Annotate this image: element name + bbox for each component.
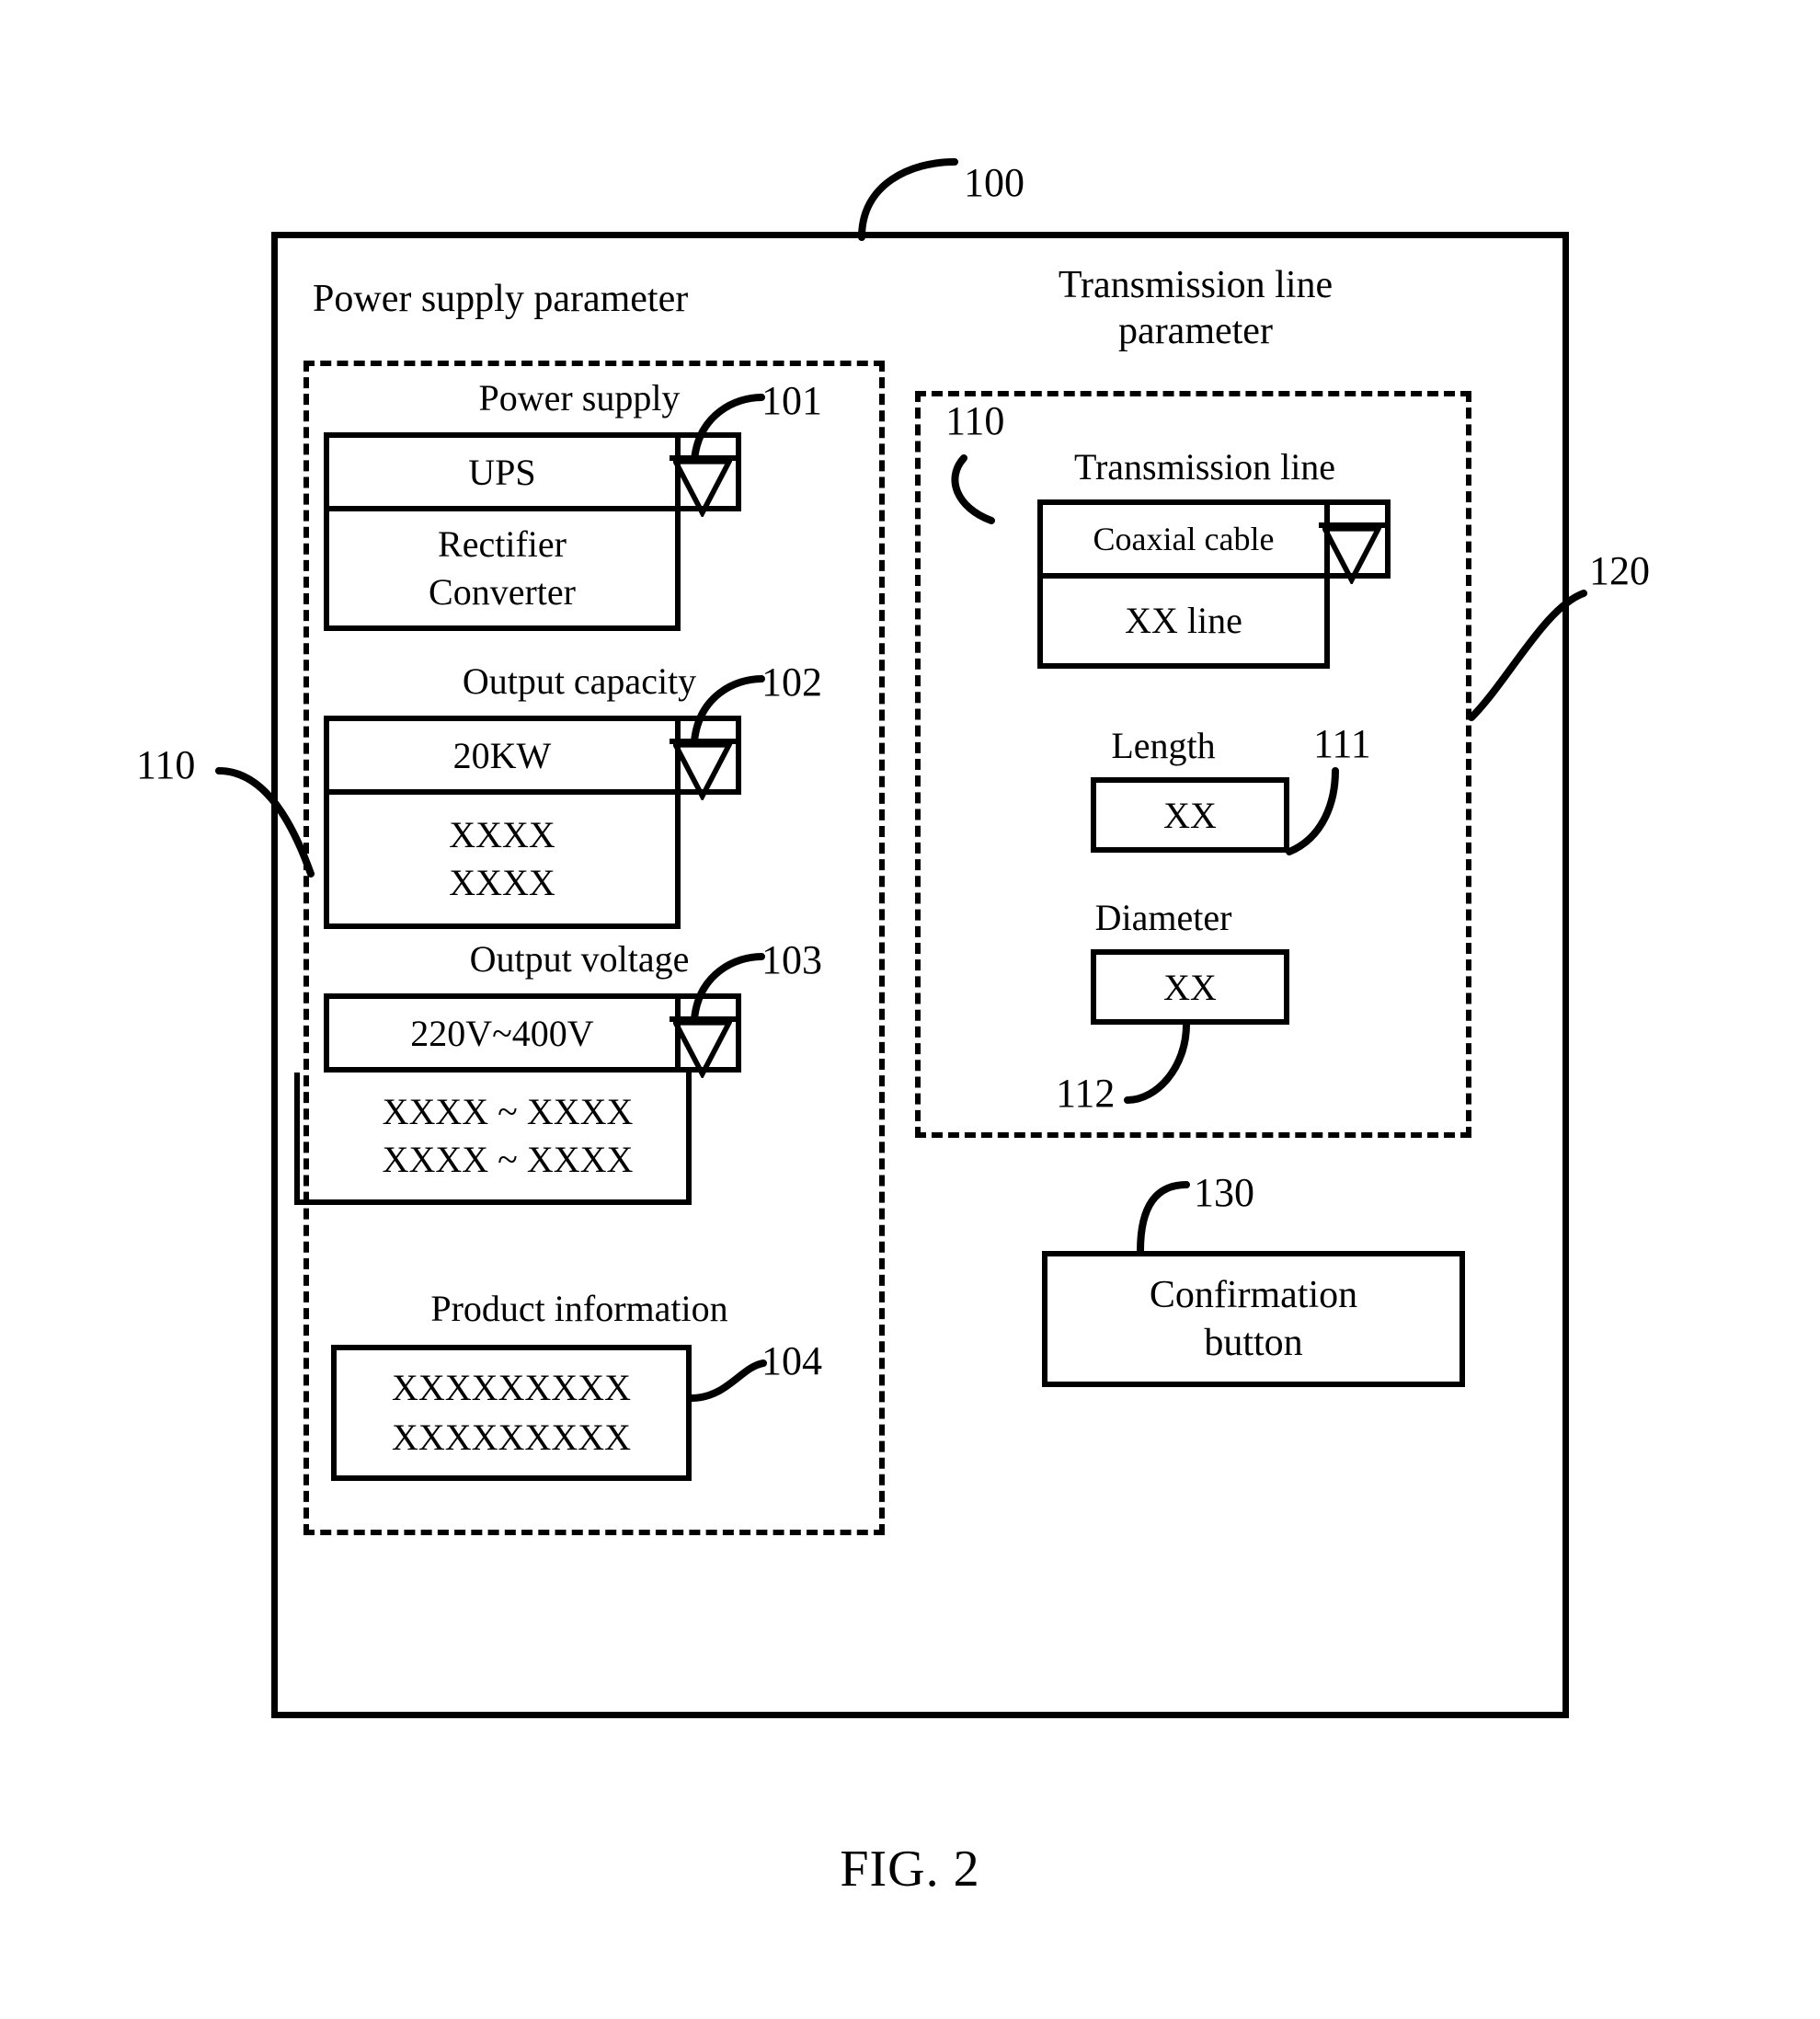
list-item[interactable]: XXXX ~ XXXX: [383, 1088, 634, 1136]
power-supply-selected-text: UPS: [468, 451, 536, 493]
chevron-down-icon[interactable]: [1319, 499, 1391, 584]
list-item[interactable]: XX line: [1125, 597, 1242, 645]
length-field-label: Length: [1111, 725, 1216, 766]
transmission-line-parameter-caption: Transmission line parameter: [1058, 264, 1334, 352]
output-capacity-dropdown[interactable]: 20KW XXXX XXXX: [324, 716, 741, 929]
confirmation-button-label-line-1: Confirmation: [1149, 1274, 1358, 1316]
confirmation-button[interactable]: Confirmation button: [1042, 1251, 1465, 1387]
power-supply-parameter-caption: Power supply parameter: [313, 278, 689, 320]
chevron-down-icon[interactable]: [670, 993, 741, 1078]
reference-numeral-103: 103: [761, 937, 822, 982]
chevron-down-icon[interactable]: [670, 716, 741, 800]
diameter-field-label: Diameter: [1094, 897, 1232, 938]
product-information-field-label: Product information: [430, 1288, 728, 1329]
transmission-line-option-list[interactable]: XX line: [1037, 579, 1330, 669]
reference-numeral-111: 111: [1313, 721, 1371, 766]
confirmation-button-label-line-2: button: [1204, 1322, 1303, 1364]
triangle-glyph: [1322, 526, 1381, 584]
reference-numeral-110-left: 110: [136, 742, 196, 787]
list-item[interactable]: XXXX: [449, 811, 555, 859]
reference-numeral-104: 104: [761, 1338, 822, 1383]
transmission-line-selected-text: Coaxial cable: [1093, 521, 1275, 557]
triangle-glyph: [673, 742, 732, 800]
reference-numeral-130: 130: [1194, 1170, 1254, 1215]
triangle-glyph: [673, 1020, 732, 1078]
reference-numeral-102: 102: [761, 660, 822, 705]
list-item[interactable]: XXXX ~ XXXX: [383, 1136, 634, 1184]
length-value: XX: [1163, 794, 1217, 836]
power-supply-dropdown[interactable]: UPS Rectifier Converter: [324, 432, 741, 631]
transmission-line-field-label: Transmission line: [1073, 446, 1336, 488]
reference-numeral-112: 112: [1056, 1071, 1116, 1116]
diameter-textbox[interactable]: XX: [1091, 949, 1289, 1025]
list-item[interactable]: Converter: [429, 568, 576, 616]
power-supply-selected-value[interactable]: UPS: [324, 432, 741, 517]
reference-numeral-110-inner: 110: [945, 398, 1005, 443]
list-item[interactable]: XXXX: [449, 859, 555, 907]
leader-line-100: [858, 158, 958, 241]
output-capacity-selected-text: 20KW: [452, 734, 552, 776]
output-voltage-selected-text: 220V~400V: [410, 1012, 594, 1054]
figure-caption: FIG. 2: [840, 1841, 980, 1898]
transmission-line-selected-value[interactable]: Coaxial cable: [1037, 499, 1391, 584]
reference-numeral-120: 120: [1589, 548, 1650, 593]
reference-numeral-100: 100: [964, 160, 1024, 205]
transmission-line-dropdown[interactable]: Coaxial cable XX line: [1037, 499, 1391, 669]
triangle-glyph: [673, 459, 732, 517]
output-voltage-selected-value[interactable]: 220V~400V: [324, 993, 741, 1078]
output-capacity-option-list[interactable]: XXXX XXXX: [324, 795, 681, 929]
output-capacity-selected-value[interactable]: 20KW: [324, 716, 741, 800]
product-information-line-2: XXXXXXXXX: [392, 1417, 631, 1458]
chevron-down-icon[interactable]: [670, 432, 741, 517]
list-item[interactable]: Rectifier: [438, 521, 567, 568]
product-information-line-1: XXXXXXXXX: [392, 1367, 631, 1408]
power-supply-option-list[interactable]: Rectifier Converter: [324, 511, 681, 631]
product-information-textbox[interactable]: XXXXXXXXX XXXXXXXXX: [331, 1345, 692, 1481]
output-voltage-option-list[interactable]: XXXX ~ XXXX XXXX ~ XXXX: [294, 1073, 692, 1205]
diameter-value: XX: [1163, 966, 1217, 1008]
output-voltage-dropdown[interactable]: 220V~400V XXXX ~ XXXX XXXX ~ XXXX: [294, 993, 741, 1205]
length-textbox[interactable]: XX: [1091, 777, 1289, 853]
reference-numeral-101: 101: [761, 378, 822, 423]
